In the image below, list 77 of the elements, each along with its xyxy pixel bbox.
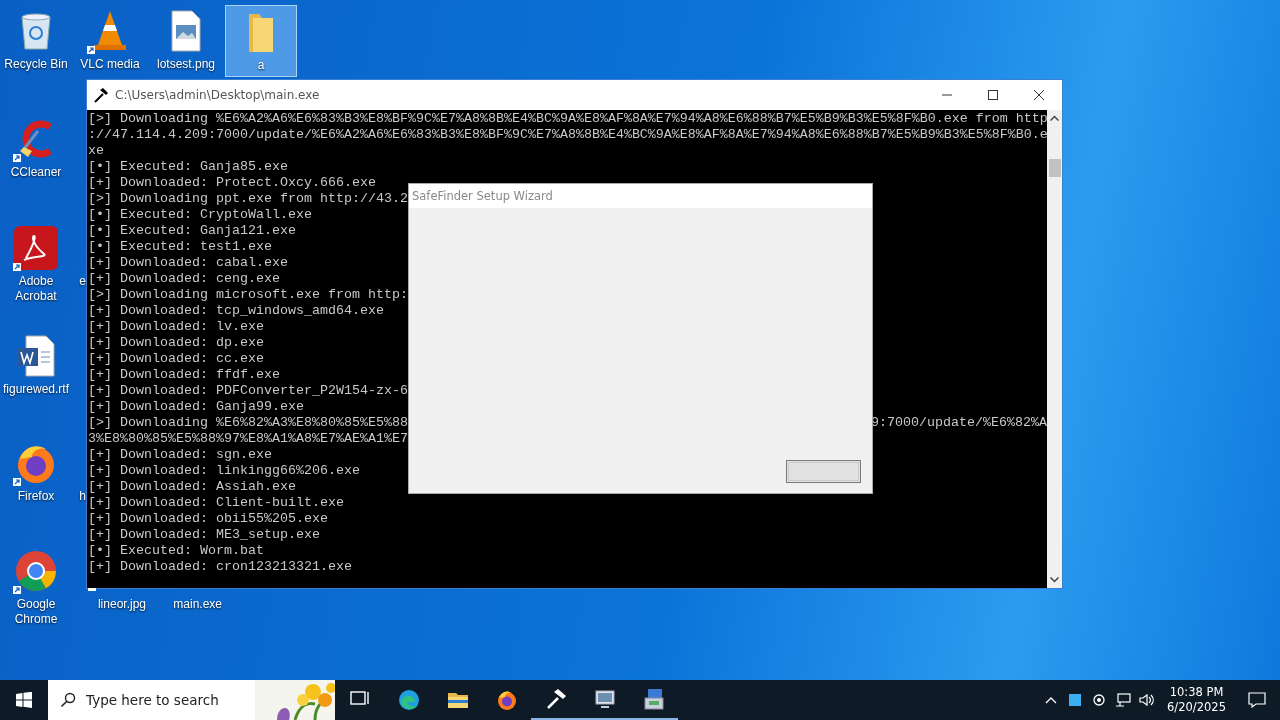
text-cursor: [88, 588, 96, 591]
console-line: [•] Executed: Worm.bat: [88, 543, 264, 559]
icon-label: Firefox: [17, 489, 55, 504]
console-line: [+] Downloaded: ffdf.exe: [88, 367, 280, 383]
hammer-icon: [93, 87, 109, 103]
console-line: [+] Downloaded: obii55%205.exe: [88, 511, 328, 527]
edge-icon: [396, 688, 421, 712]
console-line: [>] Downloading microsoft.exe from http:: [88, 287, 408, 303]
close-icon[interactable]: [1033, 89, 1045, 101]
console-line: [+] Downloaded: Protect.Oxcy.666.exe: [88, 175, 376, 191]
icon-label: Adobe Acrobat: [14, 274, 58, 304]
camera-icon[interactable]: [1092, 693, 1107, 707]
search-field[interactable]: Type here to search: [86, 692, 255, 708]
desktop-icon[interactable]: VLC media: [74, 5, 146, 75]
chevron-up-icon[interactable]: [1045, 696, 1058, 704]
speaker-icon[interactable]: [1139, 693, 1156, 707]
dialog-title: SafeFinder Setup Wizard: [412, 189, 553, 203]
scrollbar[interactable]: [1047, 110, 1062, 588]
console-line: [+] Downloaded: tcp_windows_amd64.exe: [88, 303, 384, 319]
desktop-icon[interactable]: Recycle Bin: [0, 5, 72, 75]
console-line: [+] Downloaded: cabal.exe: [88, 255, 288, 271]
console-line: [+] Downloaded: dp.exe: [88, 335, 264, 351]
console-line: [•] Executed: Ganja121.exe: [88, 223, 296, 239]
desktop-icon[interactable]: Google Chrome: [0, 545, 72, 630]
icon-label: Google Chrome: [13, 597, 59, 627]
console-line: [>] Downloading %E6%A2%A6%E6%83%B3%E8%BF%9C%E7%A8%8B%E4%BC%9A%E8%AF%8A%E7%94%A8%E6%88%B7%E5%B9%B3%E5%8F%B0.exe from http: [88, 111, 1048, 127]
desktop-icon[interactable]: Adobe Acrobat: [0, 222, 72, 307]
console-line: [•] Executed: CryptoWall.exe: [88, 207, 312, 223]
console-line: [>] Downloading ppt.exe from http://43.2: [88, 191, 408, 207]
icon-label: a: [257, 58, 265, 73]
console-line: [+] Downloaded: PDFConverter_P2W154-zx-6: [88, 383, 408, 399]
console-line: [+] Downloaded: Assiah.exe: [88, 479, 296, 495]
icon-label: figurewed.rtf: [3, 382, 69, 397]
scroll-down-icon[interactable]: [1050, 577, 1059, 583]
desktop-icon[interactable]: lotsest.png: [150, 5, 222, 75]
scroll-thumb[interactable]: [1048, 159, 1061, 177]
console-line: [•] Executed: test1.exe: [88, 239, 272, 255]
console-line: xe: [88, 143, 104, 159]
console-line: [+] Downloaded: Ganja99.exe: [88, 399, 304, 415]
console-line: [+] Downloaded: ME3_setup.exe: [88, 527, 320, 543]
console-line: [+] Downloaded: Client-built.exe: [88, 495, 344, 511]
console-line: [>] Downloading %E6%82%A3%E8%80%85%E5%88: [88, 415, 408, 431]
scroll-up-icon[interactable]: [1050, 115, 1059, 121]
console-line: 3%E8%80%85%E5%88%97%E8%A1%A8%E7%AE%A1%E7: [88, 431, 408, 447]
console-line: ://47.114.4.209:7000/update/%E6%A2%A6%E6%83%B3%E8%BF%9C%E7%A8%8B%E4%BC%9A%E8%AF%8A%E7%94%A8%E6%88%B7%E5%B9%B3%E5%8F%B0.e: [88, 127, 1048, 143]
console-line: 9:7000/update/%E6%82%A: [871, 415, 1047, 431]
notification-icon[interactable]: [1248, 692, 1266, 708]
desktop-icon[interactable]: CCleaner: [0, 113, 72, 183]
tray-app-icon[interactable]: [1069, 694, 1082, 706]
icon-label: lotsest.png: [156, 57, 215, 72]
console-line: [+] Downloaded: linkingg66%206.exe: [88, 463, 360, 479]
monitor-icon: [592, 687, 617, 711]
desktop-icon[interactable]: a: [225, 5, 297, 77]
icon-label: CCleaner: [10, 165, 62, 180]
blank-button[interactable]: [786, 460, 861, 483]
pdf-app-icon: [12, 224, 60, 272]
icon-label: Recycle Bin: [4, 57, 68, 72]
console-line: [+] Downloaded: cc.exe: [88, 351, 264, 367]
icon-label: lineor.jpg: [97, 597, 146, 612]
network-icon[interactable]: [1115, 693, 1132, 707]
console-line: [+] Downloaded: lv.exe: [88, 319, 264, 335]
icon-label: main.exe: [173, 597, 222, 612]
console-line: [+] Downloaded: ceng.exe: [88, 271, 280, 287]
search-icon: [60, 692, 76, 708]
icon-label: VLC media: [80, 57, 140, 72]
icon-label: h: [79, 489, 86, 504]
window-title: C:\Users\admin\Desktop\main.exe: [115, 88, 321, 102]
installer-icon: [641, 687, 666, 711]
clock[interactable]: 10:38 PM 6/20/2025: [1159, 685, 1234, 715]
maximize-icon[interactable]: [987, 89, 999, 101]
console-line: [+] Downloaded: sgn.exe: [88, 447, 272, 463]
windows-logo-icon[interactable]: [16, 692, 32, 708]
icon-label: e: [79, 274, 86, 289]
desktop-icon[interactable]: figurewed.rtf: [0, 330, 72, 400]
desktop-icon[interactable]: Firefox: [0, 437, 72, 507]
console-line: [+] Downloaded: cron123213321.exe: [88, 559, 352, 575]
console-line: [•] Executed: Ganja85.exe: [88, 159, 288, 175]
